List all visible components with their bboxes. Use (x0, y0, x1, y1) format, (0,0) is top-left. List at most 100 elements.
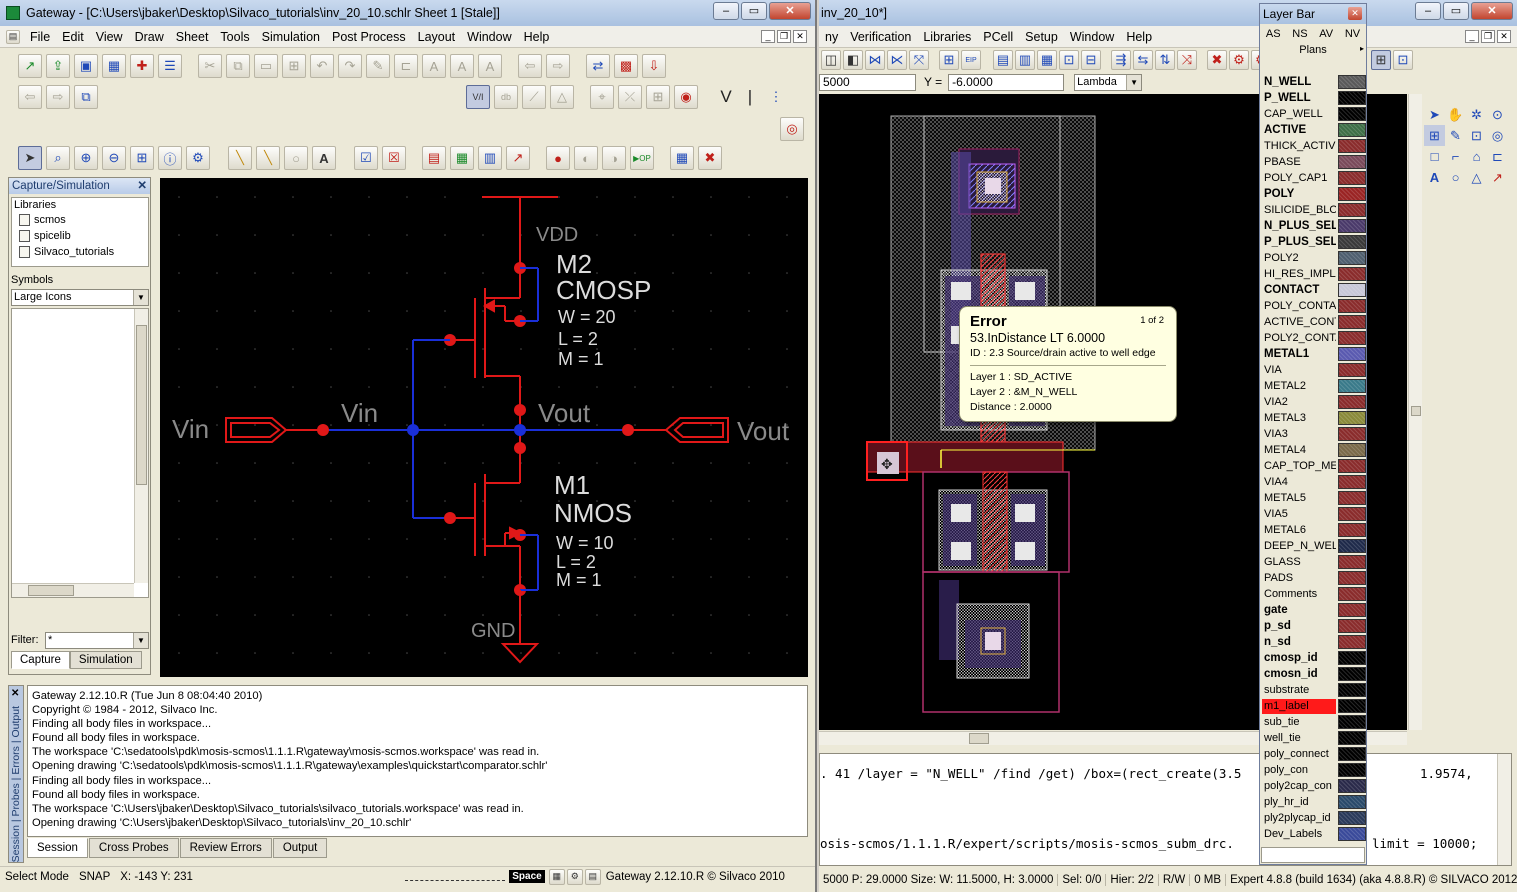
tab-simulation[interactable]: Simulation (69, 651, 142, 669)
bus-wire-icon[interactable]: ╲ (256, 146, 280, 170)
new-sheet-icon[interactable]: ✚ (130, 54, 154, 78)
menu-simulation[interactable]: Simulation (256, 30, 326, 44)
library-item[interactable]: Silvaco_tutorials (12, 244, 148, 260)
help-lifebuoy-icon[interactable]: ◎ (780, 117, 804, 141)
y-coord-field[interactable]: -6.0000 (948, 73, 1065, 91)
layer-row[interactable]: ACTIVE (1262, 122, 1366, 138)
layout-vertical-scrollbar[interactable] (1408, 94, 1422, 730)
wire-icon[interactable]: ╲ (228, 146, 252, 170)
expert-tool-icon[interactable]: ⇆ (1133, 50, 1153, 70)
stop-icon[interactable]: ◑ (602, 146, 626, 170)
mdi-restore-button[interactable]: ❐ (777, 30, 791, 43)
tab-output[interactable]: Output (272, 838, 328, 858)
voltage-text[interactable]: V (716, 87, 736, 107)
layer-swatch[interactable] (1338, 635, 1366, 649)
zoom-box-icon[interactable]: ⌕ (46, 146, 70, 170)
expert-tool-icon[interactable]: ⇅ (1155, 50, 1175, 70)
clear-icon[interactable]: ✖ (698, 146, 722, 170)
layer-swatch[interactable] (1338, 379, 1366, 393)
layer-row[interactable]: METAL1 (1262, 346, 1366, 362)
layer-row[interactable]: poly_con (1262, 762, 1366, 778)
expert-tool-icon[interactable]: ⋈ (865, 50, 885, 70)
pause-icon[interactable]: ◐ (574, 146, 598, 170)
menu-edit[interactable]: Edit (56, 30, 90, 44)
layer-row[interactable]: PADS (1262, 570, 1366, 586)
layer-swatch[interactable] (1338, 427, 1366, 441)
expert-tool-icon[interactable]: ⇶ (1111, 50, 1131, 70)
port-icon[interactable]: ○ (284, 146, 308, 170)
x-coord-field[interactable]: 5000 (819, 73, 916, 91)
sim-setup-icon[interactable]: ▦ (450, 146, 474, 170)
status-gear-icon[interactable]: ⚙ (566, 868, 583, 885)
menu-sheet[interactable]: Sheet (170, 30, 215, 44)
layer-row[interactable]: N_WELL (1262, 74, 1366, 90)
text-shrink-icon[interactable]: A (450, 54, 474, 78)
layer-swatch[interactable] (1338, 395, 1366, 409)
chevron-down-icon[interactable]: ▼ (133, 633, 148, 648)
layer-row[interactable]: METAL3 (1262, 410, 1366, 426)
info-icon[interactable]: ⓘ (158, 146, 182, 170)
scrollbar-thumb[interactable] (136, 325, 147, 485)
layer-swatch[interactable] (1338, 683, 1366, 697)
layer-swatch[interactable] (1338, 171, 1366, 185)
layer-row[interactable]: POLY2 (1262, 250, 1366, 266)
expert-tool-icon[interactable]: ⊡ (1059, 50, 1079, 70)
layer-row[interactable]: METAL6 (1262, 522, 1366, 538)
layer-swatch[interactable] (1338, 747, 1366, 761)
layer-row[interactable]: ply_hr_id (1262, 794, 1366, 810)
layer-row[interactable]: gate (1262, 602, 1366, 618)
save-icon[interactable]: ▦ (102, 54, 126, 78)
tool-icon[interactable]: ⊡ (1466, 125, 1487, 146)
layer-row[interactable]: poly_connect (1262, 746, 1366, 762)
layer-swatch[interactable] (1338, 491, 1366, 505)
color-wheel-icon[interactable]: ◉ (674, 85, 698, 109)
expert-tool-icon[interactable]: ⤨ (1177, 50, 1197, 70)
layer-row[interactable]: n_sd (1262, 634, 1366, 650)
layer-row[interactable]: cmosp_id (1262, 650, 1366, 666)
menu-libraries[interactable]: Libraries (917, 30, 977, 44)
select-arrow-icon[interactable]: ➤ (1424, 104, 1445, 125)
layer-swatch[interactable] (1338, 75, 1366, 89)
calc-icon[interactable]: ▦ (670, 146, 694, 170)
layer-swatch[interactable] (1338, 219, 1366, 233)
scrollbar-thumb[interactable] (28, 585, 74, 596)
menu-setup[interactable]: Setup (1019, 30, 1064, 44)
text-tool-icon[interactable]: A (312, 146, 336, 170)
tab-review-errors[interactable]: Review Errors (179, 838, 272, 858)
expert-close-button[interactable]: ✕ (1471, 2, 1513, 20)
layer-row[interactable]: substrate (1262, 682, 1366, 698)
tool-icon[interactable]: ↗ (1487, 167, 1508, 188)
align-icon[interactable]: ⊏ (394, 54, 418, 78)
symbols-view-select[interactable]: Large Icons ▼ (11, 289, 149, 306)
layer-swatch[interactable] (1338, 827, 1366, 841)
filter-select[interactable]: * ▼ (45, 632, 149, 649)
layer-filter-field[interactable] (1261, 847, 1365, 863)
layer-swatch[interactable] (1338, 443, 1366, 457)
menu-view[interactable]: View (90, 30, 129, 44)
run-icon[interactable]: ● (546, 146, 570, 170)
layer-row[interactable]: GLASS (1262, 554, 1366, 570)
erc-icon[interactable]: ☒ (382, 146, 406, 170)
tool-icon[interactable]: ⊙ (1487, 104, 1508, 125)
layer-row[interactable]: P_PLUS_SELECT (1262, 234, 1366, 250)
expert-command-console[interactable]: . 41 /layer = "N_WELL" /find /get) /box=… (819, 753, 1512, 866)
layer-row[interactable]: Dev_Labels (1262, 826, 1366, 842)
menu-window[interactable]: Window (1064, 30, 1120, 44)
layer-row[interactable]: POLY (1262, 186, 1366, 202)
wave-icon[interactable]: ⟋ (522, 85, 546, 109)
maximize-button[interactable]: ▭ (741, 2, 767, 20)
new-icon[interactable]: ↗ (18, 54, 42, 78)
db-icon[interactable]: db (494, 85, 518, 109)
path-icon[interactable]: ⌐ (1445, 146, 1466, 167)
layer-swatch[interactable] (1338, 251, 1366, 265)
layer-row[interactable]: N_PLUS_SELECT (1262, 218, 1366, 234)
layer-row[interactable]: ply2plycap_id (1262, 810, 1366, 826)
output-close-icon[interactable]: ✕ (11, 688, 19, 699)
layer-row[interactable]: m1_label (1262, 698, 1366, 714)
box-select-icon[interactable]: ⊞ (1424, 125, 1445, 146)
layer-row[interactable]: METAL5 (1262, 490, 1366, 506)
plans-menu[interactable]: Plans (1260, 40, 1366, 62)
copy-icon[interactable]: ⧉ (226, 54, 250, 78)
layer-row[interactable]: VIA2 (1262, 394, 1366, 410)
layer-row[interactable]: VIA (1262, 362, 1366, 378)
